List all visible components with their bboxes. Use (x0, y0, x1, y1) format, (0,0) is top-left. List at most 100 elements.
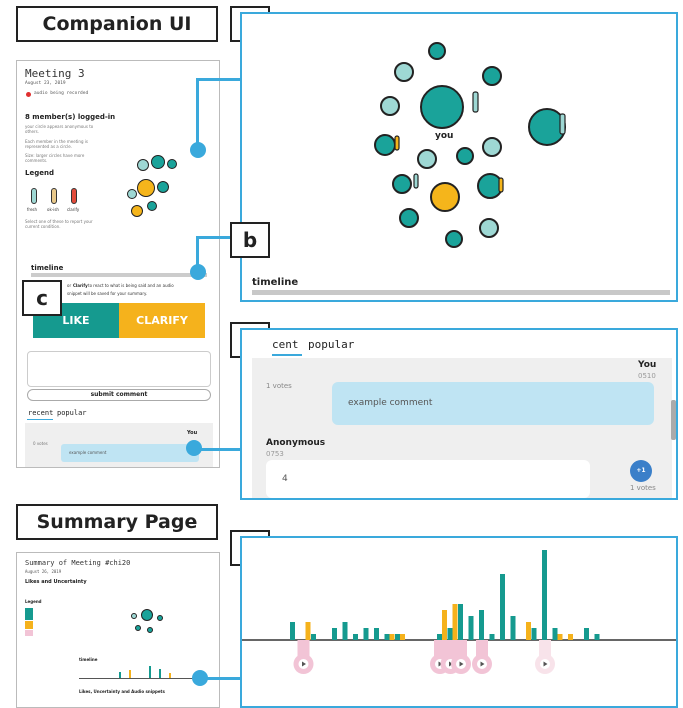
chart-bar (332, 628, 337, 640)
chart-bar (557, 634, 563, 640)
summary-section2: Likes, Uncertainty and Audio snippets (79, 689, 165, 694)
companion-ui-label: Companion UI (16, 6, 218, 42)
panel-d-you-time: 0510 (638, 372, 656, 380)
panel-d-anon-time: 0753 (266, 450, 284, 458)
summary-title: Summary of Meeting #chi20 (25, 559, 131, 567)
connector-d (196, 448, 240, 451)
chart-bar (526, 622, 531, 640)
audio-marker-stem (434, 640, 446, 656)
mini-face-icon (151, 155, 165, 169)
avatar-face-icon (445, 230, 463, 248)
chart-bar (531, 628, 537, 640)
legend-clarify: clarify (67, 207, 80, 212)
summary-mini-cluster (129, 603, 169, 637)
chart-bar (395, 634, 400, 640)
summary-date: August 26, 2019 (25, 569, 62, 574)
avatar-face-icon (430, 182, 460, 212)
size-desc: Size: larger circles have more comments. (25, 153, 85, 163)
summary-legend-pink (25, 630, 33, 636)
select-text: Select one of these to report your curre… (25, 219, 93, 229)
panel-a-timeline-bar[interactable] (252, 290, 670, 295)
thermometer-fresh-icon[interactable] (31, 188, 37, 204)
phone-tab-recent[interactable]: recent (28, 409, 53, 417)
chart-bar (447, 628, 453, 640)
panel-d-you: You (638, 360, 657, 370)
chart-bar (290, 622, 295, 640)
companion-phone: Meeting 3 August 23, 2019 audio being re… (16, 60, 220, 468)
plus-one-button[interactable]: +1 (630, 460, 652, 482)
summary-legend: Legend (25, 599, 42, 604)
panel-d-comment2-text: 4 (282, 474, 288, 484)
chart-bar (479, 610, 484, 640)
panel-d-anon: Anonymous (266, 438, 326, 448)
connector-b (196, 236, 230, 239)
panel-e (240, 536, 678, 708)
likes-uncertainty-chart (242, 550, 676, 674)
audio-marker-stem (297, 640, 310, 656)
avatar-face-icon (374, 134, 396, 156)
phone-comment-text: example comment (69, 450, 107, 455)
panel-d-tab-recent[interactable]: cent (272, 338, 299, 351)
mini-face-icon (157, 181, 169, 193)
chart-bar (542, 550, 547, 640)
thermometer-clarify-icon[interactable] (71, 188, 77, 204)
avatar-face-icon (394, 62, 414, 82)
legend-title: Legend (25, 169, 54, 177)
chart-bar (389, 634, 395, 640)
chart-bar (468, 616, 474, 640)
submit-comment-button[interactable]: submit comment (27, 389, 211, 401)
chart-bar (384, 634, 390, 640)
chart-bar (305, 622, 311, 640)
thermometer-icon (559, 113, 566, 135)
recording-status: audio being recorded (34, 91, 89, 96)
mini-face-icon (137, 159, 149, 171)
chart-bar (311, 634, 316, 640)
mini-face-icon (137, 179, 155, 197)
phone-tab-underline (27, 419, 53, 420)
comment-textarea[interactable] (27, 351, 211, 387)
avatar-face-icon (380, 96, 400, 116)
clarify-word: Clarify (73, 283, 88, 288)
avatar-face-icon (482, 137, 502, 157)
chart-bar (568, 634, 573, 640)
legend-fresh: fresh (27, 207, 38, 212)
chart-bar (353, 634, 358, 640)
chart-bar (342, 622, 348, 640)
recording-dot (26, 92, 31, 97)
panel-d-votes2: 1 votes (630, 484, 656, 492)
chart-bar (437, 634, 442, 640)
phone-timeline-bar[interactable] (31, 273, 207, 277)
summary-timeline-label: timeline (79, 657, 98, 662)
avatar-face-icon (456, 147, 474, 165)
avatar-face-icon (479, 218, 499, 238)
legend-okish: ok-ish (47, 207, 59, 212)
panel-d-tab-popular[interactable]: popular (308, 338, 354, 351)
panel-d-comment2-bubble (266, 460, 590, 498)
mini-face-icon (127, 189, 137, 199)
avatar-face-icon (399, 208, 419, 228)
summary-legend-teal (25, 608, 33, 620)
panel-d-scrollbar[interactable] (671, 400, 676, 440)
audio-marker-stem (444, 640, 457, 656)
audio-marker-stem (476, 640, 488, 656)
thermometer-okish-icon[interactable] (51, 188, 57, 204)
avatar-face-icon (392, 174, 412, 194)
members-desc2: Each member in the meeting is represente… (25, 139, 88, 149)
mini-face-icon (131, 205, 143, 217)
summary-legend-yellow (25, 621, 33, 629)
phone-tab-popular[interactable]: popular (57, 409, 87, 417)
clarify-prefix: or (67, 283, 72, 288)
snippet-help: snippet will be saved for your summary. (67, 291, 148, 296)
connector-e-dot (192, 670, 208, 686)
connector-a (196, 78, 240, 81)
thermometer-icon (472, 91, 479, 113)
chart-bar (510, 616, 516, 640)
avatar-face-icon (420, 85, 464, 129)
phone-comment-you: You (187, 430, 198, 436)
members-count: 8 member(s) logged-in (25, 113, 116, 121)
chart-bar (363, 628, 369, 640)
mini-face-icon (147, 201, 157, 211)
chart-bar (489, 634, 495, 640)
phone-comment-votes: 0 votes (33, 441, 48, 446)
clarify-button[interactable]: CLARIFY (119, 303, 205, 338)
